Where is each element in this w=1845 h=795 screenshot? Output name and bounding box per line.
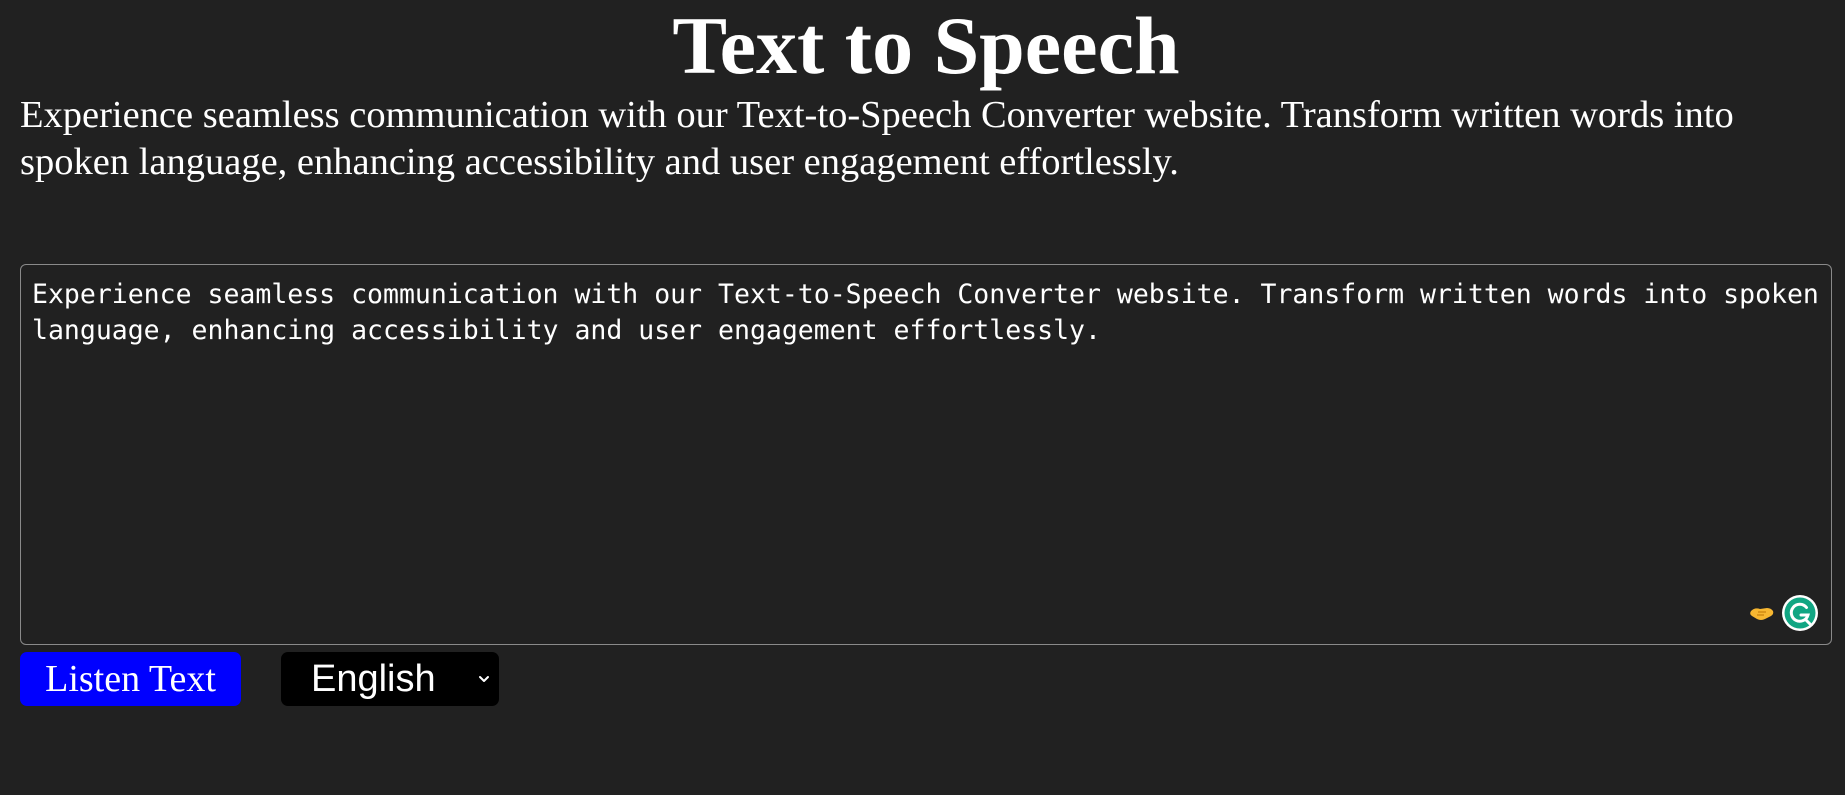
- controls-row: Listen Text English: [20, 652, 499, 706]
- hand-icon[interactable]: [1749, 603, 1775, 623]
- extension-icons: [1749, 594, 1819, 632]
- text-input-container: Experience seamless communication with o…: [20, 264, 1832, 645]
- page: Text to Speech Experience seamless commu…: [0, 0, 1845, 795]
- page-description: Experience seamless communication with o…: [20, 94, 1734, 183]
- listen-text-button[interactable]: Listen Text: [20, 652, 241, 706]
- language-select-value: English: [311, 658, 436, 700]
- language-select[interactable]: English: [281, 652, 499, 706]
- grammarly-icon[interactable]: [1781, 594, 1819, 632]
- text-input[interactable]: Experience seamless communication with o…: [21, 265, 1831, 644]
- page-title: Text to Speech: [672, 0, 1180, 91]
- chevron-down-icon: [479, 676, 489, 682]
